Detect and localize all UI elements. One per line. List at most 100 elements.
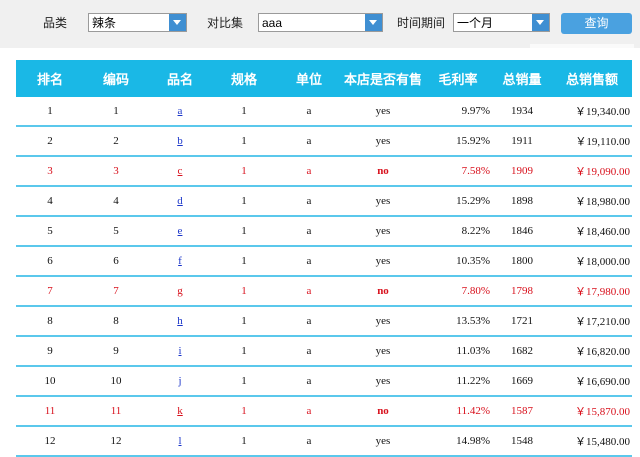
- cell-name: j: [148, 366, 212, 397]
- cell-unit: a: [276, 396, 342, 427]
- chevron-down-icon[interactable]: [365, 14, 382, 31]
- table-row: 5 5 e 1 a yes 8.22% 1846 ￥18,460.00: [16, 216, 632, 247]
- cell-total-qty: 1587: [492, 396, 552, 427]
- cell-total-qty: 1548: [492, 426, 552, 457]
- cell-code: 6: [84, 246, 148, 277]
- cell-margin: 14.98%: [424, 426, 492, 457]
- cell-name: h: [148, 306, 212, 337]
- product-name-link[interactable]: l: [178, 435, 181, 447]
- col-header-unit[interactable]: 单位: [276, 60, 342, 97]
- cell-name: b: [148, 126, 212, 157]
- table-row: 8 8 h 1 a yes 13.53% 1721 ￥17,210.00: [16, 306, 632, 337]
- col-header-total-qty[interactable]: 总销量: [492, 60, 552, 97]
- cell-code: 2: [84, 126, 148, 157]
- cell-rank: 10: [16, 366, 84, 397]
- cell-margin: 11.03%: [424, 336, 492, 367]
- table-row: 3 3 c 1 a no 7.58% 1909 ￥19,090.00: [16, 156, 632, 187]
- cell-total-amount: ￥16,690.00: [552, 366, 632, 397]
- cell-on-sale: yes: [342, 336, 424, 367]
- cell-spec: 1: [212, 126, 276, 157]
- product-name-link[interactable]: e: [178, 225, 183, 237]
- cell-rank: 8: [16, 306, 84, 337]
- cell-unit: a: [276, 306, 342, 337]
- category-select[interactable]: 辣条: [88, 13, 187, 32]
- product-name-link[interactable]: h: [177, 315, 183, 327]
- cell-spec: 1: [212, 97, 276, 127]
- compare-select-value: aaa: [262, 16, 283, 30]
- col-header-rank[interactable]: 排名: [16, 60, 84, 97]
- cell-total-amount: ￥17,980.00: [552, 276, 632, 307]
- button-shadow: [530, 44, 634, 48]
- cell-code: 1: [84, 97, 148, 127]
- ranking-table: 排名 编码 品名 规格 单位 本店是否有售 毛利率 总销量 总销售额 11a1a…: [16, 60, 632, 457]
- chevron-down-icon[interactable]: [532, 14, 549, 31]
- cell-name: i: [148, 336, 212, 367]
- cell-total-qty: 1721: [492, 306, 552, 337]
- cell-code: 4: [84, 186, 148, 217]
- product-name-link[interactable]: i: [178, 345, 181, 357]
- cell-unit: a: [276, 336, 342, 367]
- cell-unit: a: [276, 426, 342, 457]
- compare-select[interactable]: aaa: [258, 13, 383, 32]
- table-row: 6 6 f 1 a yes 10.35% 1800 ￥18,000.00: [16, 246, 632, 277]
- cell-on-sale: yes: [342, 426, 424, 457]
- cell-code: 3: [84, 156, 148, 187]
- compare-label: 对比集: [207, 16, 244, 30]
- cell-total-qty: 1911: [492, 126, 552, 157]
- query-button[interactable]: 查询: [561, 13, 632, 34]
- product-name-link[interactable]: c: [178, 165, 183, 177]
- cell-total-amount: ￥18,980.00: [552, 186, 632, 217]
- cell-spec: 1: [212, 426, 276, 457]
- cell-total-amount: ￥15,870.00: [552, 396, 632, 427]
- table-row: 11 11 k 1 a no 11.42% 1587 ￥15,870.00: [16, 396, 632, 427]
- cell-total-amount: ￥19,090.00: [552, 156, 632, 187]
- cell-name: f: [148, 246, 212, 277]
- product-name-link[interactable]: a: [178, 105, 183, 117]
- cell-rank: 12: [16, 426, 84, 457]
- product-name-link[interactable]: g: [177, 285, 183, 297]
- chevron-down-icon[interactable]: [169, 14, 186, 31]
- cell-spec: 1: [212, 156, 276, 187]
- cell-name: g: [148, 276, 212, 307]
- product-name-link[interactable]: j: [178, 375, 181, 387]
- col-header-on-sale[interactable]: 本店是否有售: [342, 60, 424, 97]
- cell-code: 12: [84, 426, 148, 457]
- product-name-link[interactable]: f: [178, 255, 182, 267]
- cell-code: 11: [84, 396, 148, 427]
- cell-margin: 13.53%: [424, 306, 492, 337]
- cell-total-amount: ￥18,460.00: [552, 216, 632, 247]
- cell-code: 9: [84, 336, 148, 367]
- product-name-link[interactable]: b: [177, 135, 183, 147]
- cell-total-qty: 1909: [492, 156, 552, 187]
- cell-on-sale: no: [342, 396, 424, 427]
- cell-total-amount: ￥17,210.00: [552, 306, 632, 337]
- period-select[interactable]: 一个月: [453, 13, 550, 32]
- cell-code: 5: [84, 216, 148, 247]
- cell-rank: 7: [16, 276, 84, 307]
- cell-unit: a: [276, 126, 342, 157]
- cell-rank: 11: [16, 396, 84, 427]
- cell-margin: 11.42%: [424, 396, 492, 427]
- cell-unit: a: [276, 276, 342, 307]
- table-row: 9 9 i 1 a yes 11.03% 1682 ￥16,820.00: [16, 336, 632, 367]
- col-header-margin[interactable]: 毛利率: [424, 60, 492, 97]
- col-header-name[interactable]: 品名: [148, 60, 212, 97]
- product-name-link[interactable]: k: [177, 405, 183, 417]
- product-name-link[interactable]: d: [177, 195, 183, 207]
- cell-spec: 1: [212, 306, 276, 337]
- cell-on-sale: yes: [342, 246, 424, 277]
- cell-total-amount: ￥16,820.00: [552, 336, 632, 367]
- cell-rank: 5: [16, 216, 84, 247]
- filter-bar: 品类 辣条 对比集 aaa 时间期间 一个月 查询: [0, 0, 640, 48]
- cell-unit: a: [276, 366, 342, 397]
- cell-margin: 8.22%: [424, 216, 492, 247]
- cell-on-sale: yes: [342, 366, 424, 397]
- col-header-spec[interactable]: 规格: [212, 60, 276, 97]
- cell-total-qty: 1898: [492, 186, 552, 217]
- table-row: 1 1 a 1 a yes 9.97% 1934 ￥19,340.00: [16, 97, 632, 127]
- col-header-code[interactable]: 编码: [84, 60, 148, 97]
- table-row: 4 4 d 1 a yes 15.29% 1898 ￥18,980.00: [16, 186, 632, 217]
- cell-rank: 2: [16, 126, 84, 157]
- col-header-total-amount[interactable]: 总销售额: [552, 60, 632, 97]
- cell-on-sale: yes: [342, 186, 424, 217]
